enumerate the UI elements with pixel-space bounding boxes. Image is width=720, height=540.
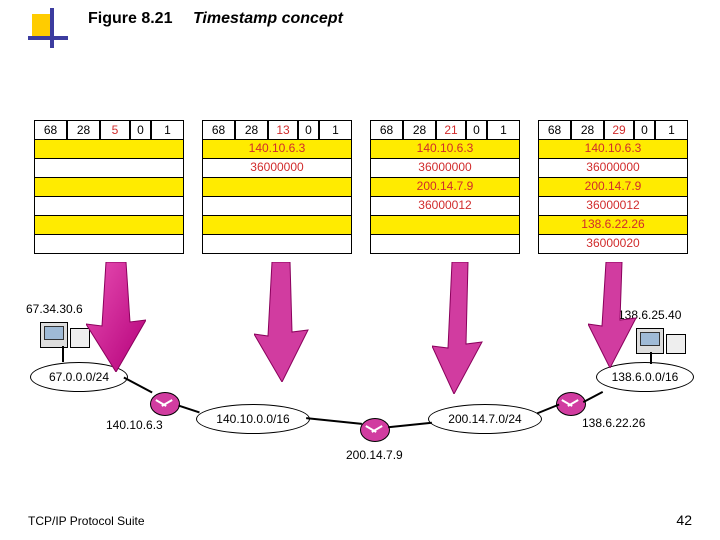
router-1 xyxy=(150,392,180,416)
packet-header-cell: 21 xyxy=(436,120,466,140)
packet-header-cell: 28 xyxy=(403,120,436,140)
packet-row: 36000000 xyxy=(370,159,520,178)
packet-row: 140.10.6.3 xyxy=(202,140,352,159)
link-3 xyxy=(306,417,362,425)
link-6 xyxy=(583,391,603,403)
link-hostA xyxy=(62,346,64,362)
packet-row: 200.14.7.9 xyxy=(538,178,688,197)
packet-row: 36000012 xyxy=(538,197,688,216)
packet-table-4: 68282901140.10.6.336000000200.14.7.93600… xyxy=(538,120,688,254)
host-right-cpu xyxy=(666,334,686,354)
router-3 xyxy=(556,392,586,416)
router-1-ip: 140.10.6.3 xyxy=(106,418,163,432)
host-right-monitor xyxy=(636,328,664,354)
link-5 xyxy=(536,404,559,415)
network-3: 200.14.7.0/24 xyxy=(428,404,542,434)
network-4: 138.6.0.0/16 xyxy=(596,362,694,392)
packet-row xyxy=(202,178,352,197)
packet-header-cell: 0 xyxy=(634,120,655,140)
footer-text: TCP/IP Protocol Suite xyxy=(28,514,145,528)
packet-header-cell: 28 xyxy=(67,120,100,140)
figure-caption: Timestamp concept xyxy=(193,10,343,27)
packet-table-2: 68281301140.10.6.336000000 xyxy=(202,120,352,254)
packet-header-cell: 5 xyxy=(100,120,130,140)
packet-row xyxy=(202,216,352,235)
packet-row xyxy=(370,235,520,254)
slide-bullet-deco xyxy=(32,14,54,36)
packet-row: 36000000 xyxy=(202,159,352,178)
packet-row xyxy=(34,235,184,254)
network-diagram: 67.34.30.6 138.6.25.40 67.0.0.0/24 140.1… xyxy=(0,300,720,500)
packet-row: 140.10.6.3 xyxy=(370,140,520,159)
network-1: 67.0.0.0/24 xyxy=(30,362,128,392)
network-2: 140.10.0.0/16 xyxy=(196,404,310,434)
router-3-ip: 138.6.22.26 xyxy=(582,416,645,430)
packet-header-cell: 0 xyxy=(130,120,151,140)
packet-header-cell: 1 xyxy=(655,120,688,140)
packet-header-cell: 1 xyxy=(151,120,184,140)
packet-row: 36000012 xyxy=(370,197,520,216)
packet-header-cell: 68 xyxy=(538,120,571,140)
router-2 xyxy=(360,418,390,442)
packet-header-cell: 1 xyxy=(319,120,352,140)
packet-row: 200.14.7.9 xyxy=(370,178,520,197)
packet-header: 6828501 xyxy=(34,120,184,140)
packet-row xyxy=(34,216,184,235)
host-right-ip: 138.6.25.40 xyxy=(618,308,681,322)
packet-header-cell: 68 xyxy=(370,120,403,140)
packet-header-cell: 28 xyxy=(235,120,268,140)
host-left-ip: 67.34.30.6 xyxy=(26,302,83,316)
link-1 xyxy=(123,377,152,394)
link-4 xyxy=(388,422,432,429)
packet-row: 138.6.22.26 xyxy=(538,216,688,235)
packet-row xyxy=(34,178,184,197)
packet-row xyxy=(34,197,184,216)
figure-label: Figure 8.21 xyxy=(88,10,172,27)
packet-header-cell: 0 xyxy=(466,120,487,140)
packet-table-3: 68282101140.10.6.336000000200.14.7.93600… xyxy=(370,120,520,254)
packet-header-cell: 68 xyxy=(34,120,67,140)
packet-row xyxy=(34,159,184,178)
host-left-monitor xyxy=(40,322,68,348)
router-2-ip: 200.14.7.9 xyxy=(346,448,403,462)
packet-row: 36000000 xyxy=(538,159,688,178)
packet-row: 36000020 xyxy=(538,235,688,254)
packet-table-1: 6828501 xyxy=(34,120,184,254)
link-2 xyxy=(178,405,200,414)
packet-row: 140.10.6.3 xyxy=(538,140,688,159)
packet-tables: 682850168281301140.10.6.3360000006828210… xyxy=(34,120,694,254)
link-hostB xyxy=(650,352,652,364)
packet-header-cell: 68 xyxy=(202,120,235,140)
packet-row xyxy=(370,216,520,235)
packet-header: 68282901 xyxy=(538,120,688,140)
packet-header-cell: 0 xyxy=(298,120,319,140)
host-left-cpu xyxy=(70,328,90,348)
packet-header-cell: 28 xyxy=(571,120,604,140)
page-number: 42 xyxy=(676,512,692,528)
packet-header: 68282101 xyxy=(370,120,520,140)
packet-header-cell: 13 xyxy=(268,120,298,140)
packet-header-cell: 29 xyxy=(604,120,634,140)
packet-row xyxy=(202,235,352,254)
packet-header: 68281301 xyxy=(202,120,352,140)
figure-title: Figure 8.21 Timestamp concept xyxy=(88,10,343,28)
packet-row xyxy=(202,197,352,216)
packet-header-cell: 1 xyxy=(487,120,520,140)
packet-row xyxy=(34,140,184,159)
